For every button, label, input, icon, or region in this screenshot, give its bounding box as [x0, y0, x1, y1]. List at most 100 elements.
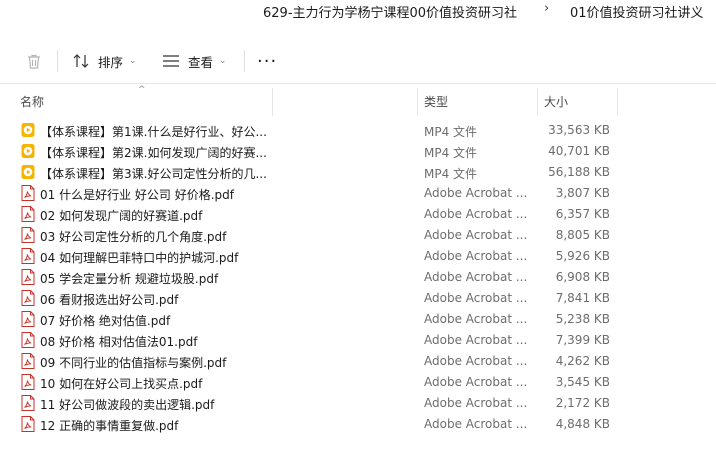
file-row[interactable]: 【体系课程】第2课.如何发现广阔的好赛... MP4 文件 40,701 KB: [0, 141, 716, 162]
chevron-down-icon: ⌄: [129, 56, 137, 66]
file-name[interactable]: 07 好价格 绝对估值.pdf: [40, 312, 268, 329]
sort-arrows-icon: [72, 53, 90, 69]
more-options-button[interactable]: ···: [257, 48, 277, 74]
breadcrumb: 629-主力行为学杨宁课程00价值投资研习社 › 01价值投资研习社讲义: [0, 0, 716, 24]
file-row[interactable]: 11 好公司做波段的卖出逻辑.pdf Adobe Acrobat ... 2,172…: [0, 393, 716, 414]
file-row[interactable]: 【体系课程】第3课.好公司定性分析的几... MP4 文件 56,188 KB: [0, 162, 716, 183]
pdf-file-icon: [21, 185, 35, 201]
file-size: 8,805 KB: [555, 228, 610, 242]
list-view-icon: [162, 54, 180, 68]
chevron-down-icon: ⌄: [219, 56, 227, 66]
file-row[interactable]: 06 看财报选出好公司.pdf Adobe Acrobat ... 7,841 KB: [0, 288, 716, 309]
pdf-file-icon: [21, 395, 35, 411]
file-row[interactable]: 10 如何在好公司上找买点.pdf Adobe Acrobat ... 3,545 …: [0, 372, 716, 393]
pdf-file-icon: [21, 416, 35, 432]
file-type: Adobe Acrobat ...: [424, 417, 528, 431]
file-row[interactable]: 02 如何发现广阔的好赛道.pdf Adobe Acrobat ... 6,357 …: [0, 204, 716, 225]
file-type: Adobe Acrobat ...: [424, 312, 528, 326]
file-name[interactable]: 05 学会定量分析 规避垃圾股.pdf: [40, 270, 268, 287]
mp4-video-icon: [21, 164, 35, 180]
view-button[interactable]: 查看 ⌄: [162, 48, 227, 74]
file-type: Adobe Acrobat ...: [424, 291, 528, 305]
file-type: Adobe Acrobat ...: [424, 207, 528, 221]
file-size: 56,188 KB: [548, 165, 610, 179]
column-header-size[interactable]: 大小: [544, 93, 568, 110]
file-size: 4,262 KB: [555, 354, 610, 368]
file-type: MP4 文件: [424, 125, 478, 139]
file-size: 6,908 KB: [555, 270, 610, 284]
file-row[interactable]: 03 好公司定性分析的几个角度.pdf Adobe Acrobat ... 8,80…: [0, 225, 716, 246]
file-name[interactable]: 03 好公司定性分析的几个角度.pdf: [40, 228, 268, 245]
file-type: Adobe Acrobat ...: [424, 333, 528, 347]
column-resize-handle[interactable]: [537, 88, 538, 116]
file-row[interactable]: 07 好价格 绝对估值.pdf Adobe Acrobat ... 5,238 KB: [0, 309, 716, 330]
file-type: Adobe Acrobat ...: [424, 228, 528, 242]
sort-label: 排序: [98, 54, 124, 70]
breadcrumb-chevron-icon[interactable]: ›: [544, 1, 549, 16]
file-row[interactable]: 12 正确的事情重复做.pdf Adobe Acrobat ... 4,848 KB: [0, 414, 716, 435]
pdf-file-icon: [21, 290, 35, 306]
file-name[interactable]: 【体系课程】第2课.如何发现广阔的好赛...: [40, 144, 268, 161]
file-type: Adobe Acrobat ...: [424, 249, 528, 263]
column-resize-handle[interactable]: [617, 88, 618, 116]
file-size: 7,841 KB: [555, 291, 610, 305]
pdf-file-icon: [21, 206, 35, 222]
file-type: MP4 文件: [424, 167, 478, 181]
file-row[interactable]: 05 学会定量分析 规避垃圾股.pdf Adobe Acrobat ... 6,90…: [0, 267, 716, 288]
mp4-video-icon: [21, 143, 35, 159]
view-label: 查看: [188, 54, 214, 70]
pdf-file-icon: [21, 374, 35, 390]
column-header-row: ^ 名称 类型 大小: [0, 85, 716, 116]
file-row[interactable]: 04 如何理解巴菲特口中的护城河.pdf Adobe Acrobat ... 5,9…: [0, 246, 716, 267]
file-row[interactable]: 【体系课程】第1课.什么是好行业、好公... MP4 文件 33,563 KB: [0, 120, 716, 141]
trash-icon: [28, 54, 40, 69]
pdf-file-icon: [21, 311, 35, 327]
column-header-type[interactable]: 类型: [424, 93, 448, 110]
sort-button[interactable]: 排序 ⌄: [72, 48, 137, 74]
column-resize-handle[interactable]: [272, 88, 273, 116]
file-size: 5,926 KB: [555, 249, 610, 263]
file-name[interactable]: 11 好公司做波段的卖出逻辑.pdf: [40, 396, 268, 413]
file-size: 3,807 KB: [555, 186, 610, 200]
file-name[interactable]: 【体系课程】第1课.什么是好行业、好公...: [40, 123, 268, 140]
file-list: 【体系课程】第1课.什么是好行业、好公... MP4 文件 33,563 KB 【体系…: [0, 120, 716, 435]
command-bar: 排序 ⌄ 查看 ⌄ ···: [0, 36, 716, 84]
delete-button[interactable]: [22, 48, 46, 74]
file-name[interactable]: 08 好价格 相对估值法01.pdf: [40, 333, 268, 350]
file-type: Adobe Acrobat ...: [424, 186, 528, 200]
file-size: 4,848 KB: [555, 417, 610, 431]
breadcrumb-parent-folder[interactable]: 629-主力行为学杨宁课程00价值投资研习社: [263, 2, 517, 21]
file-name[interactable]: 【体系课程】第3课.好公司定性分析的几...: [40, 165, 268, 182]
file-type: Adobe Acrobat ...: [424, 375, 528, 389]
sort-ascending-icon: ^: [138, 85, 146, 95]
file-name[interactable]: 09 不同行业的估值指标与案例.pdf: [40, 354, 268, 371]
file-row[interactable]: 01 什么是好行业 好公司 好价格.pdf Adobe Acrobat ... 3,…: [0, 183, 716, 204]
toolbar-divider: [244, 50, 245, 72]
pdf-file-icon: [21, 332, 35, 348]
file-size: 2,172 KB: [555, 396, 610, 410]
pdf-file-icon: [21, 227, 35, 243]
file-size: 33,563 KB: [548, 123, 610, 137]
file-name[interactable]: 10 如何在好公司上找买点.pdf: [40, 375, 268, 392]
file-type: Adobe Acrobat ...: [424, 270, 528, 284]
column-header-name[interactable]: 名称: [20, 93, 44, 110]
file-name[interactable]: 02 如何发现广阔的好赛道.pdf: [40, 207, 268, 224]
pdf-file-icon: [21, 353, 35, 369]
file-name[interactable]: 04 如何理解巴菲特口中的护城河.pdf: [40, 249, 268, 266]
mp4-video-icon: [21, 122, 35, 138]
breadcrumb-current-folder[interactable]: 01价值投资研习社讲义: [570, 2, 704, 21]
file-name[interactable]: 12 正确的事情重复做.pdf: [40, 417, 268, 434]
file-name[interactable]: 06 看财报选出好公司.pdf: [40, 291, 268, 308]
pdf-file-icon: [21, 248, 35, 264]
file-size: 5,238 KB: [555, 312, 610, 326]
file-name[interactable]: 01 什么是好行业 好公司 好价格.pdf: [40, 186, 268, 203]
file-type: Adobe Acrobat ...: [424, 396, 528, 410]
file-size: 6,357 KB: [555, 207, 610, 221]
file-row[interactable]: 09 不同行业的估值指标与案例.pdf Adobe Acrobat ... 4,26…: [0, 351, 716, 372]
file-type: MP4 文件: [424, 146, 478, 160]
file-size: 3,545 KB: [555, 375, 610, 389]
file-size: 40,701 KB: [548, 144, 610, 158]
file-row[interactable]: 08 好价格 相对估值法01.pdf Adobe Acrobat ... 7,399…: [0, 330, 716, 351]
file-size: 7,399 KB: [555, 333, 610, 347]
column-resize-handle[interactable]: [417, 88, 418, 116]
